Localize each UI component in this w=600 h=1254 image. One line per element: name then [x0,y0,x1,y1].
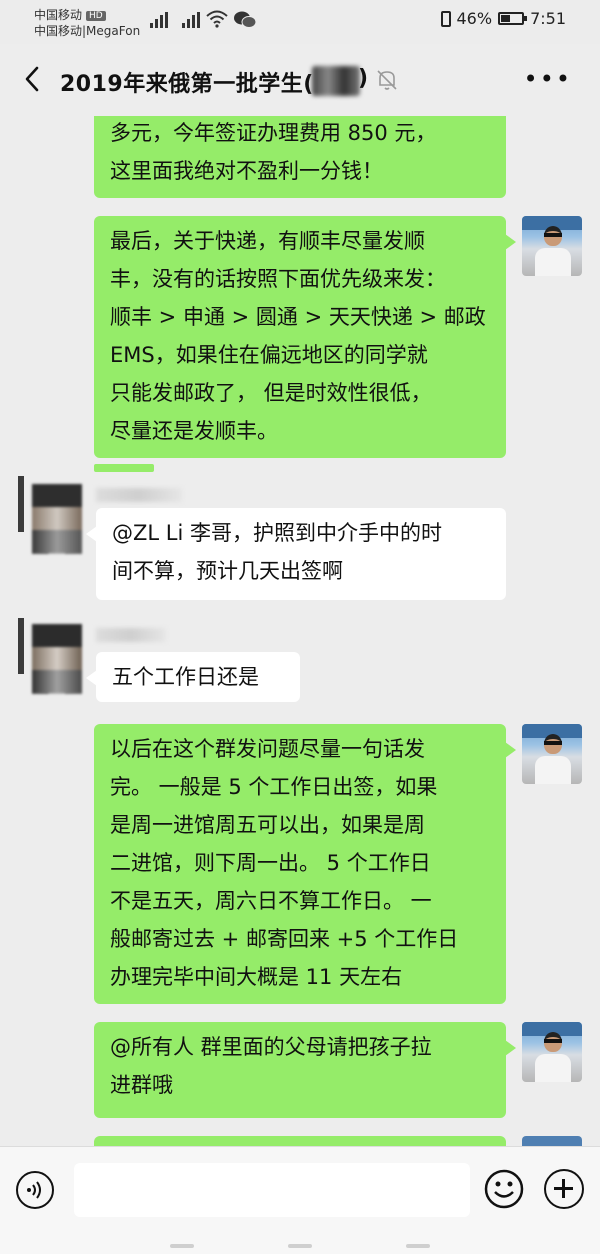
message-line: 完。 一般是 5 个工作日出签，如果 [110,775,438,799]
message-bubble-mine[interactable]: 最后，关于快递，有顺丰尽量发顺 丰，没有的话按照下面优先级来发： 顺丰 > 申通… [94,216,516,458]
sender-name-redacted [96,628,166,642]
message-line: 丰，没有的话按照下面优先级来发： [110,267,446,291]
sender-name-redacted [96,488,182,502]
message-line: 般邮寄过去 + 邮寄回来 +5 个工作日 [110,927,459,951]
message-line: 多元，今年签证办理费用 850 元， [110,121,437,145]
message-input[interactable] [74,1163,470,1217]
chat-header: 2019年来俄第一批学生( ) ••• [0,44,600,116]
message-line: @所有人 群里面的父母请把孩子拉 [110,1035,432,1059]
chat-title: 2019年来俄第一批学生( [60,66,314,98]
wechat-icon [234,11,257,28]
avatar-edge [18,476,24,532]
back-arrow-icon[interactable] [20,64,46,94]
signal-icon [182,12,200,28]
chat-title-tail: ) [358,66,369,91]
carrier-label-1: 中国移动 HD [34,6,106,23]
more-dots-icon[interactable]: ••• [524,67,572,91]
battery-icon [498,12,528,25]
status-bar: 中国移动 HD 中国移动|MegaFon 46% 7:51 [0,0,600,44]
message-bubble-other[interactable]: 五个工作日还是 [86,652,300,702]
avatar[interactable] [32,624,82,694]
voice-icon[interactable] [16,1171,54,1209]
message-line: 五个工作日还是 [112,665,259,689]
mute-bell-icon [377,70,397,90]
message-line: 这里面我绝对不盈利一分钱！ [110,159,383,183]
message-line: 间不算，预计几天出签啊 [112,559,343,583]
message-line: 以后在这个群发问题尽量一句话发 [110,737,425,761]
redacted-title-part [312,66,360,96]
message-line: 不是五天，周六日不算工作日。 一 [110,889,432,913]
avatar[interactable] [522,724,582,784]
message-line: @ZL Li 李哥，护照到中介手中的时 [112,521,442,545]
message-bubble-mine[interactable]: 多元，今年签证办理费用 850 元， 这里面我绝对不盈利一分钱！ [94,116,506,198]
wifi-icon [206,10,228,28]
message-line: 进群哦 [110,1073,173,1097]
message-line: 办理完毕中间大概是 11 天左右 [110,965,403,989]
message-line: 顺丰 > 申通 > 圆通 > 天天快递 > 邮政 [110,305,486,329]
message-list[interactable]: 多元，今年签证办理费用 850 元， 这里面我绝对不盈利一分钱！ 最后，关于快递… [0,116,600,1146]
message-line: 只能发邮政了， 但是时效性很低， [110,381,432,405]
signal-icon [150,12,168,28]
carrier-name: 中国移动 [34,8,83,22]
message-bubble-mine-partial[interactable] [94,1136,506,1146]
battery-percent: 46% [456,9,493,28]
avatar[interactable] [522,216,582,276]
message-line: EMS，如果住在偏远地区的同学就 [110,343,428,367]
avatar-edge [18,618,24,674]
avatar-partial [522,1136,582,1146]
status-right-group: 46% 7:51 [440,9,566,28]
message-bubble-other[interactable]: @ZL Li 李哥，护照到中介手中的时 间不算，预计几天出签啊 [86,508,506,600]
clock: 7:51 [530,9,566,28]
message-line: 最后，关于快递，有顺丰尽量发顺 [110,229,425,253]
avatar[interactable] [522,1022,582,1082]
plus-icon[interactable] [544,1169,584,1209]
chat-title-text: 2019年来俄第一批学生( [60,72,314,97]
avatar[interactable] [32,484,82,554]
vibrate-icon [440,10,451,27]
gesture-hint [0,1238,600,1253]
message-bubble-cut-fragment [94,464,154,472]
carrier-label-2: 中国移动|MegaFon [34,24,141,38]
message-line: 是周一进馆周五可以出，如果是周 [110,813,425,837]
message-bubble-mine[interactable]: @所有人 群里面的父母请把孩子拉 进群哦 [94,1022,516,1118]
hd-badge: HD [86,11,106,21]
message-bubble-mine[interactable]: 以后在这个群发问题尽量一句话发 完。 一般是 5 个工作日出签，如果 是周一进馆… [94,724,516,1004]
message-line: 二进馆，则下周一出。 5 个工作日 [110,851,431,875]
message-line: 尽量还是发顺丰。 [110,419,278,443]
emoji-icon[interactable] [484,1169,524,1209]
